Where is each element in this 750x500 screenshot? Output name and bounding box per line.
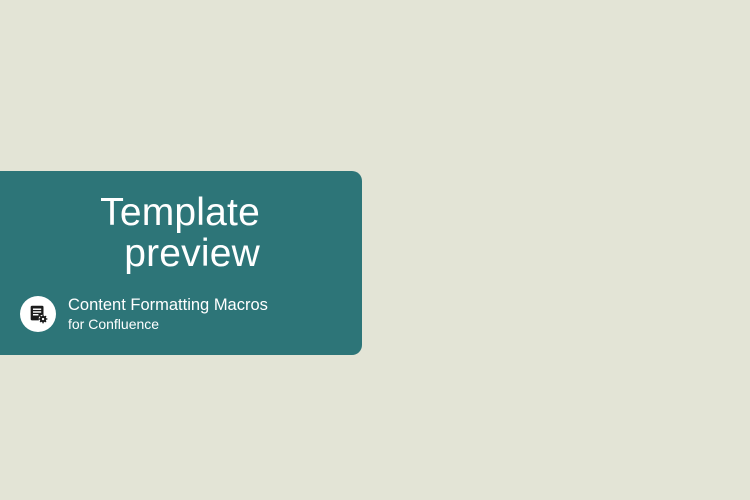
card-title: Template preview: [20, 193, 336, 275]
footer-line-1: Content Formatting Macros: [68, 295, 268, 316]
promo-card: Template preview Content Formatting Macr…: [0, 171, 362, 355]
footer-text: Content Formatting Macros for Confluence: [68, 295, 268, 333]
title-line-2: preview: [20, 234, 260, 275]
document-gear-icon: [20, 296, 56, 332]
footer-line-2: for Confluence: [68, 316, 268, 334]
title-line-1: Template: [20, 193, 260, 234]
card-footer: Content Formatting Macros for Confluence: [20, 295, 336, 333]
